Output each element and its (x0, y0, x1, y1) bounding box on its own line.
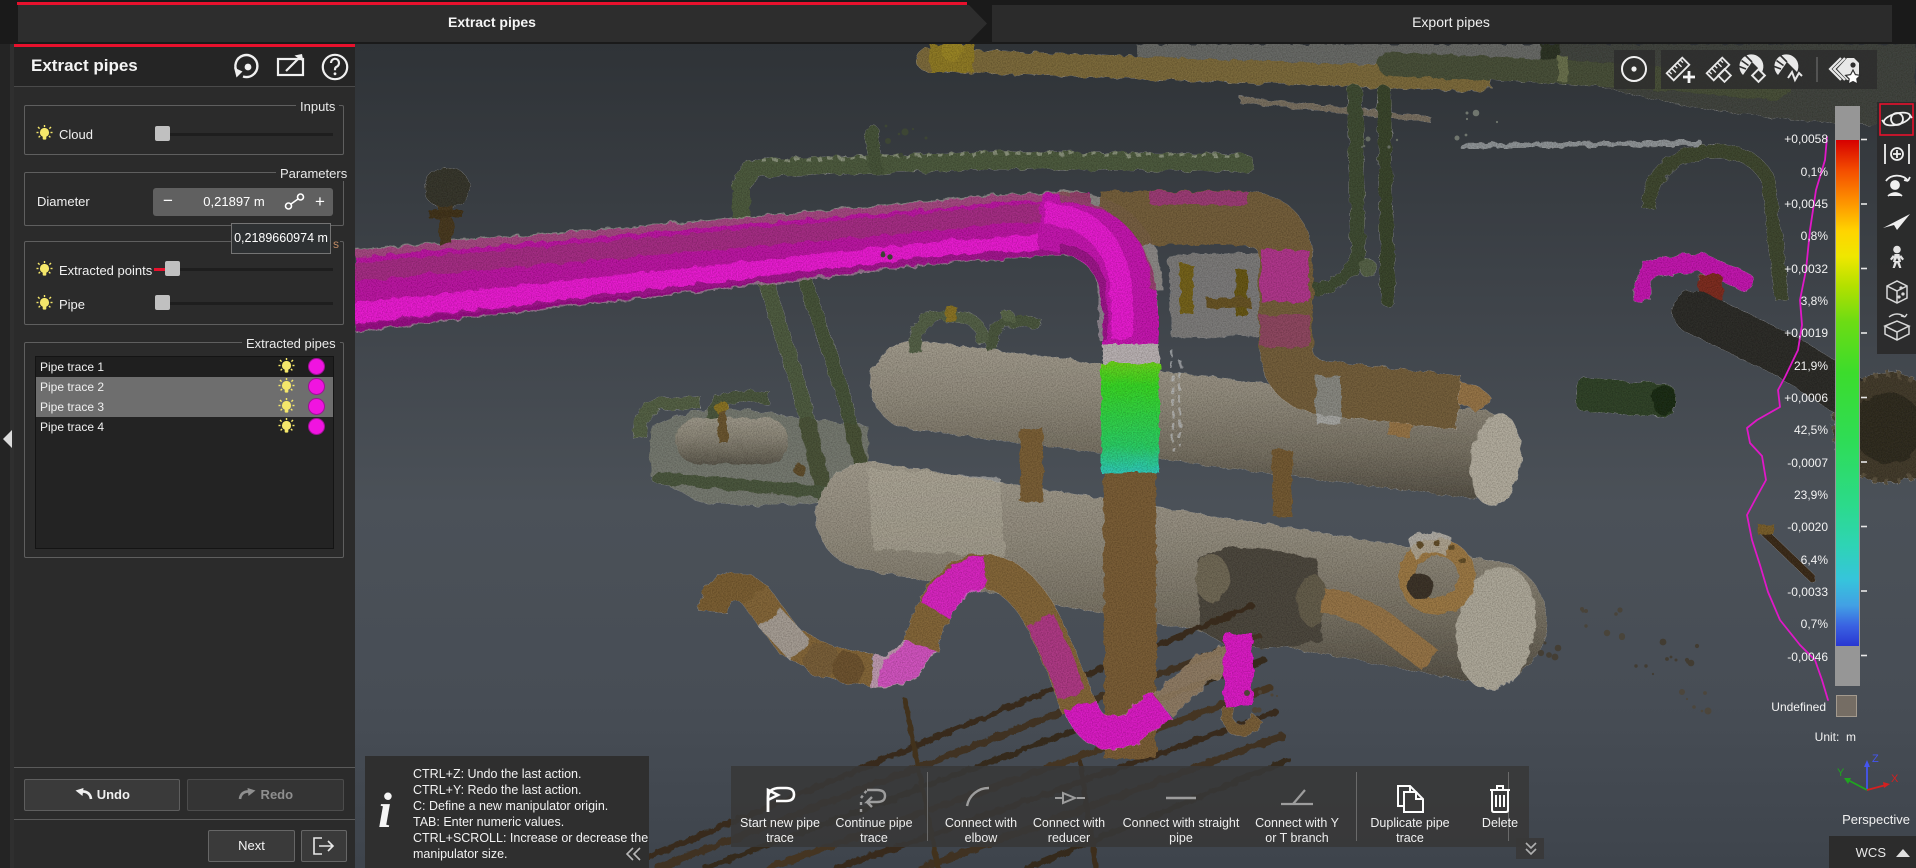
svg-text:Y: Y (1837, 767, 1845, 779)
svg-text:Z: Z (1872, 753, 1879, 765)
svg-text:X: X (1891, 773, 1899, 785)
